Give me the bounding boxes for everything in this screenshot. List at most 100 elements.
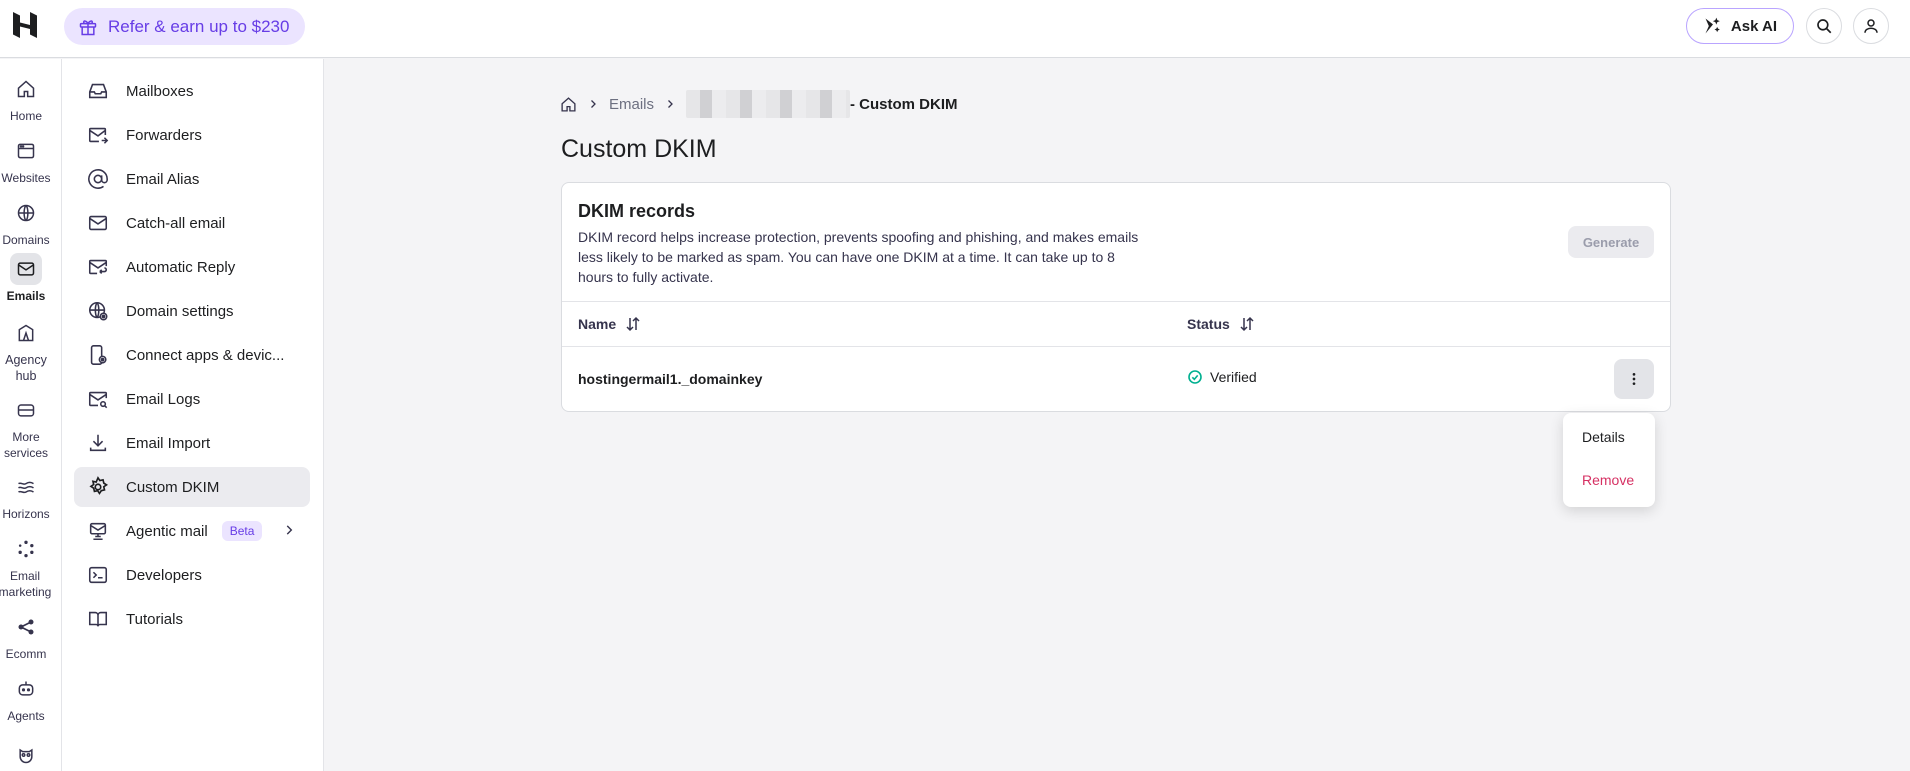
nav-item-email-logs[interactable]: Email Logs [74,379,310,419]
share-nodes-icon [10,611,42,643]
rail-label: Domains [2,233,50,247]
menu-item-remove[interactable]: Remove [1582,472,1634,488]
column-label: Name [578,316,617,332]
nav-label: Forwarders [126,126,202,144]
rail-label: Agency hub [5,353,47,383]
mail-icon [10,253,42,285]
more-vertical-icon [1626,371,1642,387]
refer-label: Refer & earn up to $230 [108,16,290,36]
user-icon [1862,17,1880,35]
at-sign-icon [86,167,110,191]
hostinger-logo-icon[interactable] [10,10,40,40]
refer-earn-button[interactable]: Refer & earn up to $230 [64,8,306,45]
agency-icon [10,317,42,349]
gift-icon [78,17,98,37]
beta-badge: Beta [221,521,263,541]
nav-item-connect-apps[interactable]: Connect apps & devic... [74,335,310,375]
inbox-icon [86,79,110,103]
rail-item-agents[interactable]: Agents [0,673,52,724]
rail-label: Horizons [2,507,50,521]
ask-ai-label: Ask AI [1730,17,1778,35]
rail-item-email-marketing[interactable]: Email marketing [0,533,52,600]
nav-item-custom-dkim[interactable]: Custom DKIM [74,467,310,507]
chevron-right-icon [587,98,599,110]
download-icon [86,431,110,455]
owl-icon [10,739,42,771]
ask-ai-button[interactable]: Ask AI [1686,8,1794,44]
status-badge: Verified [1187,369,1257,385]
divider [562,346,1670,347]
nav-item-developers[interactable]: Developers [74,555,310,595]
mail-robot-icon [86,519,110,543]
rail-item-horizons[interactable]: Horizons [0,471,52,522]
column-header-name[interactable]: Name [578,315,642,333]
nav-label: Custom DKIM [126,478,220,496]
search-button[interactable] [1806,8,1842,44]
account-button[interactable] [1853,8,1889,44]
globe-settings-icon [86,299,110,323]
menu-item-details[interactable]: Details [1582,429,1625,445]
divider [562,301,1670,302]
mail-reply-icon [86,255,110,279]
gear-icon [86,475,110,499]
row-actions-button[interactable] [1614,359,1654,399]
nav-label: Catch-all email [126,214,226,232]
rail-item-agency-hub[interactable]: Agency hub [0,317,52,384]
rail-item-owl[interactable] [0,739,52,771]
nav-label: Tutorials [126,610,183,628]
nav-item-email-import[interactable]: Email Import [74,423,310,463]
device-settings-icon [86,343,110,367]
nav-item-forwarders[interactable]: Forwarders [74,115,310,155]
home-icon [10,73,42,105]
rail-item-ecomm[interactable]: Ecomm [0,611,52,662]
nav-label: Email Logs [126,390,201,408]
nav-item-automatic-reply[interactable]: Automatic Reply [74,247,310,287]
mail-icon [86,211,110,235]
nav-label: Email Import [126,434,211,452]
home-icon[interactable] [560,96,577,113]
chevron-right-icon [664,98,676,110]
nav-label: Domain settings [126,302,234,320]
nav-item-tutorials[interactable]: Tutorials [74,599,310,639]
nav-item-email-alias[interactable]: Email Alias [74,159,310,199]
top-bar: Refer & earn up to $230 Ask AI [0,0,1910,58]
check-circle-icon [1187,369,1203,385]
horizons-icon [10,471,42,503]
row-actions-menu: Details Remove [1563,413,1655,507]
card-description: DKIM record helps increase protection, p… [578,229,1139,285]
browser-icon [10,135,42,167]
rail-label: Agents [7,709,45,723]
chevron-right-icon [282,523,296,537]
dkim-records-card: DKIM records DKIM record helps increase … [561,182,1671,412]
breadcrumb-emails-link[interactable]: Emails [609,96,654,113]
nav-item-catch-all[interactable]: Catch-all email [74,203,310,243]
globe-icon [10,197,42,229]
redacted-domain [686,90,851,118]
email-sub-nav: Mailboxes Forwarders Email Alias Catch-a… [62,59,324,771]
rail-item-websites[interactable]: Websites [0,135,52,186]
rail-item-emails[interactable]: Emails [0,253,52,304]
rail-item-domains[interactable]: Domains [0,197,52,248]
nav-item-agentic-mail[interactable]: Agentic mail Beta [74,511,310,551]
table-cell-name: hostingermail1._domainkey [578,371,763,387]
sort-icon [1238,315,1256,333]
rail-item-more-services[interactable]: More services [0,394,52,461]
breadcrumb: Emails - Custom DKIM [560,90,958,118]
mail-search-icon [86,387,110,411]
sort-icon [624,315,642,333]
rail-label: More services [3,430,48,460]
book-icon [86,607,110,631]
search-icon [1815,17,1833,35]
nav-label: Automatic Reply [126,258,236,276]
breadcrumb-current: - Custom DKIM [850,95,958,113]
terminal-icon [86,563,110,587]
robot-icon [10,673,42,705]
nav-label: Mailboxes [126,82,194,100]
rail-item-home[interactable]: Home [0,73,52,124]
nav-item-mailboxes[interactable]: Mailboxes [74,71,310,111]
generate-button[interactable]: Generate [1568,226,1654,258]
column-header-status[interactable]: Status [1187,315,1256,333]
nav-label: Developers [126,566,202,584]
rail-label: Websites [1,171,51,185]
nav-item-domain-settings[interactable]: Domain settings [74,291,310,331]
